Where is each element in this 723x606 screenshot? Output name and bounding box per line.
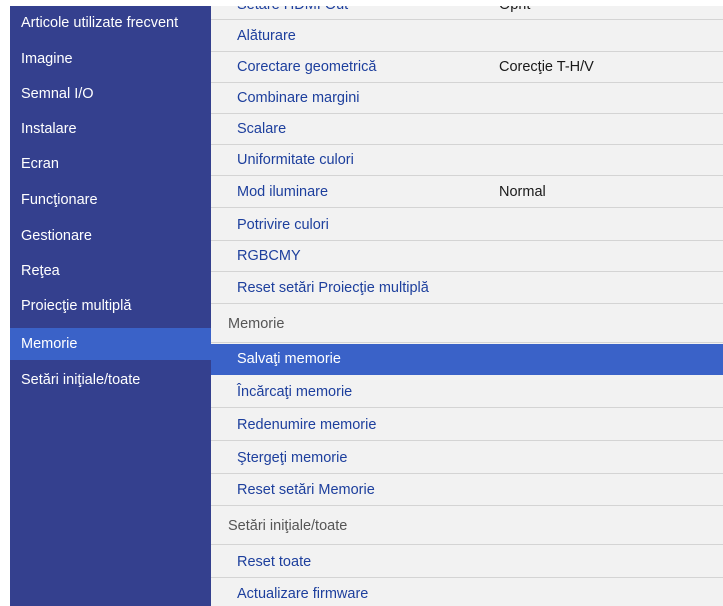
submenu-item-color-uniformity[interactable]: Uniformitate culori [211, 145, 723, 176]
submenu-item-hdmi-out[interactable]: Setare HDMI Out Oprit [211, 6, 723, 20]
submenu-item-label: Alăturare [237, 28, 296, 44]
submenu-item-label: Potrivire culori [237, 217, 329, 233]
sidebar-item-display[interactable]: Ecran [10, 148, 211, 180]
submenu-item-light-mode[interactable]: Mod iluminare Normal [211, 177, 723, 208]
submenu-item-reset-multi-projection[interactable]: Reset setări Proiecţie multiplă [211, 273, 723, 304]
submenu-item-firmware-update[interactable]: Actualizare firmware [211, 579, 723, 606]
section-header-initial-all-settings: Setări iniţiale/toate [211, 507, 723, 545]
submenu-item-geometry-correction[interactable]: Corectare geometrică Corecţie T-H/V [211, 52, 723, 83]
sidebar-item-memory[interactable]: Memorie [10, 328, 211, 360]
submenu-item-label: Redenumire memorie [237, 417, 377, 433]
submenu-item-color-matching[interactable]: Potrivire culori [211, 210, 723, 241]
sidebar-item-initial-all-settings[interactable]: Setări iniţiale/toate [10, 364, 211, 396]
submenu-item-label: Salvaţi memorie [237, 351, 341, 367]
sidebar-item-frequently-used[interactable]: Articole utilizate frecvent [10, 7, 211, 39]
submenu-item-rename-memory[interactable]: Redenumire memorie [211, 410, 723, 441]
sidebar-item-network[interactable]: Reţea [10, 255, 211, 287]
submenu-item-value: Normal [499, 184, 546, 200]
submenu-item-label: Mod iluminare [237, 184, 329, 200]
submenu-item-label: Corectare geometrică [237, 59, 377, 75]
sidebar-item-multi-projection[interactable]: Proiecţie multiplă [10, 290, 211, 322]
submenu-item-rgbcmy[interactable]: RGBCMY [211, 241, 723, 272]
section-header-memory: Memorie [211, 305, 723, 343]
submenu-item-label: Combinare margini [237, 90, 360, 106]
submenu-item-value: Corecţie T-H/V [499, 59, 594, 75]
submenu-item-value: Oprit [499, 6, 530, 19]
submenu-item-label: Reset toate [237, 554, 312, 570]
sidebar-item-management[interactable]: Gestionare [10, 220, 211, 252]
submenu-item-edge-blending[interactable]: Combinare margini [211, 83, 723, 114]
sidebar-menu: Articole utilizate frecvent Imagine Semn… [10, 6, 211, 606]
submenu-item-label: RGBCMY [237, 248, 301, 264]
submenu-item-label: Ştergeţi memorie [237, 450, 348, 466]
submenu-item-load-memory[interactable]: Încărcaţi memorie [211, 377, 723, 408]
submenu-item-label: Reset setări Proiecţie multiplă [237, 280, 429, 296]
submenu-item-reset-memory[interactable]: Reset setări Memorie [211, 475, 723, 506]
sidebar-item-operation[interactable]: Funcţionare [10, 184, 211, 216]
submenu-item-save-memory[interactable]: Salvaţi memorie [211, 344, 723, 375]
sidebar-item-image[interactable]: Imagine [10, 43, 211, 75]
submenu-item-label: Actualizare firmware [237, 586, 369, 602]
submenu-item-erase-memory[interactable]: Ştergeţi memorie [211, 443, 723, 474]
sidebar-item-signal-io[interactable]: Semnal I/O [10, 78, 211, 110]
submenu-item-reset-all[interactable]: Reset toate [211, 547, 723, 578]
sidebar-item-installation[interactable]: Instalare [10, 113, 211, 145]
submenu-item-label: Scalare [237, 121, 287, 137]
submenu-item-label: Setare HDMI Out [237, 6, 348, 19]
submenu-item-label: Încărcaţi memorie [237, 384, 353, 400]
projector-menu-screen: Articole utilizate frecvent Imagine Semn… [10, 6, 723, 606]
submenu-item-label: Uniformitate culori [237, 152, 354, 168]
submenu-item-label: Reset setări Memorie [237, 482, 375, 498]
submenu-item-scaling[interactable]: Scalare [211, 114, 723, 145]
submenu-panel: Setare HDMI Out Oprit Alăturare Corectar… [211, 6, 723, 606]
submenu-item-tiling[interactable]: Alăturare [211, 21, 723, 52]
